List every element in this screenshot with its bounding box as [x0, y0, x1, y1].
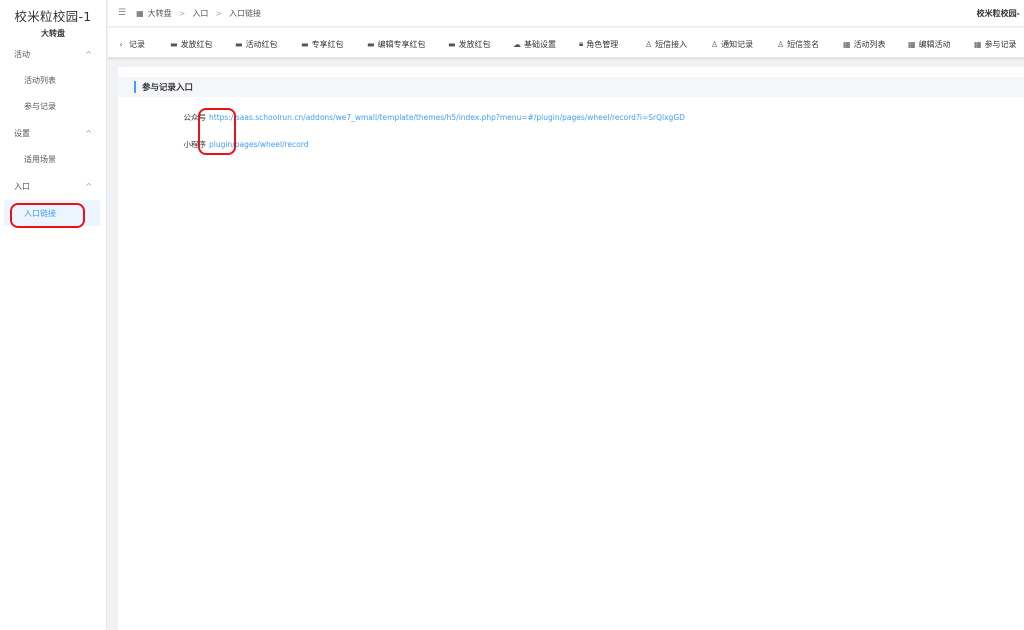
- lock-icon: 🔒︎: [579, 39, 584, 48]
- tab-label: 短信接入: [655, 39, 688, 49]
- tab-notification-records[interactable]: ♙ 通知记录: [711, 39, 753, 50]
- tab-send-redpacket-2[interactable]: ▬ 发放红包: [448, 39, 491, 50]
- sidebar-group-entry[interactable]: 入口 ^: [0, 173, 106, 199]
- user-icon: ♙: [777, 39, 785, 49]
- tab-sms-access[interactable]: ♙ 短信接入: [645, 39, 687, 50]
- menu-fold-icon[interactable]: ☰: [118, 8, 126, 18]
- sidebar-group-settings[interactable]: 设置 ^: [0, 120, 106, 146]
- tab-sms-signature[interactable]: ♙ 短信签名: [777, 39, 819, 50]
- entry-row-mini-program: 小程序 plugin/pages/wheel/record: [170, 139, 309, 150]
- sidebar-item-activity-list[interactable]: 活动列表: [0, 67, 106, 93]
- tab-label: 通知记录: [721, 39, 754, 49]
- tab-label: 角色管理: [586, 39, 619, 49]
- tab-exclusive-redpacket[interactable]: ▬ 专享红包: [301, 39, 344, 50]
- app-subtitle: 大转盘: [41, 29, 65, 38]
- account-name[interactable]: 校米粒校园-: [977, 8, 1020, 19]
- tab-send-redpacket[interactable]: ▬ 发放红包: [170, 39, 213, 50]
- tab-participation-records[interactable]: ▦ 参与记录: [974, 39, 1017, 50]
- tab-basic-settings[interactable]: ☁ 基础设置: [513, 39, 556, 50]
- grid-icon: ▦: [974, 39, 982, 49]
- app-title: 校米粒校园-1: [14, 9, 92, 24]
- panel-title: 参与记录入口: [142, 83, 194, 93]
- tab-label: 参与记录: [984, 39, 1017, 49]
- tab-edit-exclusive-redpacket[interactable]: ▬ 编辑专享红包: [367, 39, 426, 50]
- app-title-block: 校米粒校园-1 大转盘: [0, 0, 106, 40]
- grid-icon: ▦: [908, 39, 916, 49]
- breadcrumb-separator: >: [215, 8, 223, 18]
- entry-link[interactable]: https://saas.schoolrun.cn/addons/we7_wma…: [209, 113, 685, 122]
- breadcrumb-item[interactable]: 大转盘: [148, 8, 172, 19]
- breadcrumb-separator: >: [178, 8, 186, 18]
- tabs-bar: ‹ 记录 ▬ 发放红包 ▬ 活动红包 ▬ 专享红包 ▬ 编辑专享红包 ▬ 发放红…: [108, 28, 1024, 60]
- tab-label: 发放红包: [180, 39, 213, 49]
- tab-activity-list[interactable]: ▦ 活动列表: [843, 39, 886, 50]
- grid-icon: ▦: [136, 8, 144, 18]
- cloud-icon: ☁: [513, 39, 521, 49]
- sidebar-group-label: 设置: [14, 128, 30, 138]
- sidebar-group-label: 入口: [14, 181, 30, 191]
- sidebar-item-applicable-scenes[interactable]: 适用场景: [0, 146, 106, 172]
- sidebar-item-label: 参与记录: [24, 101, 56, 111]
- box-icon: ▬: [301, 39, 309, 49]
- breadcrumb-item[interactable]: 入口: [192, 8, 208, 19]
- breadcrumb: ▦ 大转盘 > 入口 > 入口链接: [136, 8, 261, 19]
- tab-label: 编辑活动: [918, 39, 951, 49]
- sidebar-item-participation-records[interactable]: 参与记录: [0, 93, 106, 119]
- header-accent-bar: [134, 81, 136, 93]
- tab-role-management[interactable]: 🔒︎ 角色管理: [579, 39, 618, 50]
- tab-label: 编辑专享红包: [377, 39, 426, 49]
- grid-icon: ▦: [843, 39, 851, 49]
- sidebar-item-label: 适用场景: [24, 154, 56, 164]
- sidebar-item-label: 活动列表: [24, 75, 56, 85]
- tab-label: 基础设置: [524, 39, 556, 49]
- tab-label: 短信签名: [787, 39, 820, 49]
- box-icon: ▬: [170, 39, 178, 49]
- chevron-up-icon: ^: [85, 181, 92, 191]
- top-bar: ☰ ▦ 大转盘 > 入口 > 入口链接 校米粒校园-: [108, 0, 1024, 27]
- sidebar-group-activity[interactable]: 活动 ^: [0, 41, 106, 67]
- panel-header: 参与记录入口: [118, 77, 1024, 97]
- tab-records[interactable]: 记录: [129, 39, 145, 50]
- chevron-left-icon[interactable]: ‹: [114, 40, 128, 49]
- tab-label: 活动列表: [853, 39, 886, 49]
- sidebar-group-label: 活动: [14, 49, 30, 59]
- box-icon: ▬: [367, 39, 375, 49]
- tab-label: 活动红包: [245, 39, 278, 49]
- highlight-box: [10, 203, 85, 228]
- box-icon: ▬: [448, 39, 456, 49]
- tab-edit-activity[interactable]: ▦ 编辑活动: [908, 39, 951, 50]
- chevron-up-icon: ^: [85, 128, 92, 138]
- entry-row-official-account: 公众号 https://saas.schoolrun.cn/addons/we7…: [170, 112, 685, 123]
- sidebar: 校米粒校园-1 大转盘 活动 ^ 活动列表 参与记录 设置 ^ 适用场景 入口 …: [0, 0, 107, 630]
- tab-label: 记录: [129, 39, 145, 49]
- tabs-scrollbar[interactable]: [108, 57, 1024, 60]
- highlight-box: [198, 108, 236, 155]
- chevron-up-icon: ^: [85, 49, 92, 59]
- tab-label: 发放红包: [458, 39, 491, 49]
- tab-label: 专享红包: [311, 39, 344, 49]
- user-icon: ♙: [645, 39, 653, 49]
- breadcrumb-item: 入口链接: [229, 8, 262, 18]
- user-icon: ♙: [711, 39, 719, 49]
- content-panel: 参与记录入口 公众号 https://saas.schoolrun.cn/add…: [118, 67, 1024, 630]
- tab-activity-redpacket[interactable]: ▬ 活动红包: [235, 39, 278, 50]
- box-icon: ▬: [235, 39, 243, 49]
